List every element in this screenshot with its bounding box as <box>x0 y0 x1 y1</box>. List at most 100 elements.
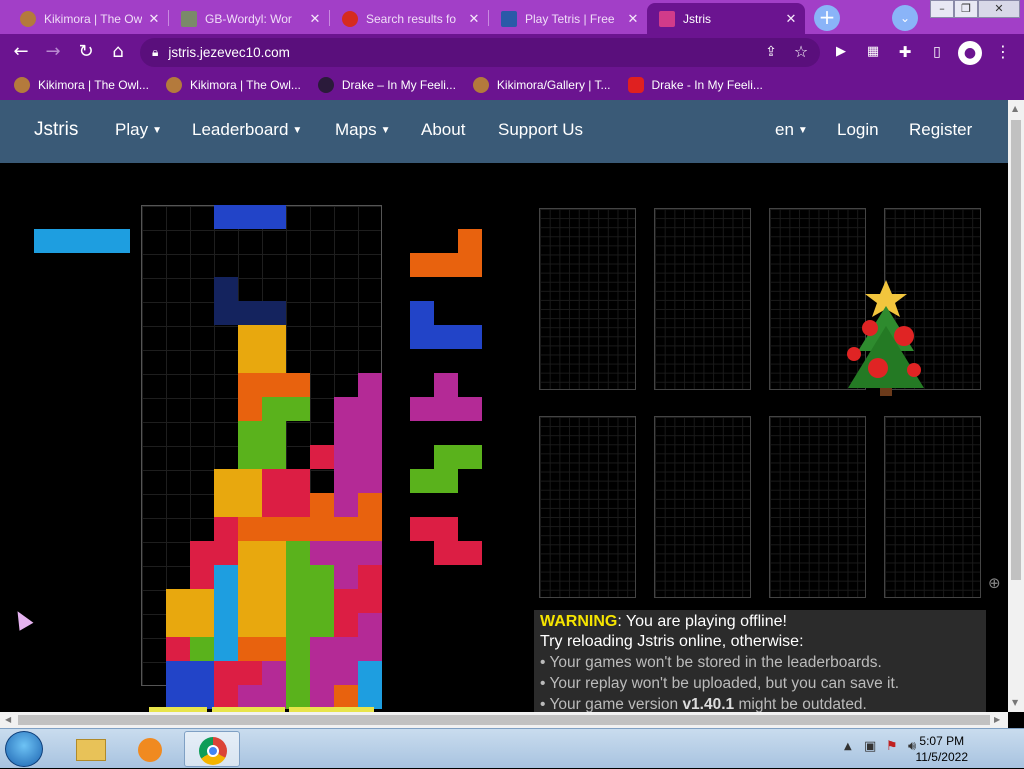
board-cell <box>286 373 310 397</box>
language-label: en <box>775 120 794 139</box>
queue-piece-cell <box>434 541 458 565</box>
show-hidden-icons-icon[interactable]: ▲ <box>844 741 852 752</box>
site-brand[interactable]: Jstris <box>34 119 78 141</box>
nav-about[interactable]: About <box>421 120 465 140</box>
explorer-taskbar-icon[interactable] <box>64 731 120 767</box>
board-cell <box>238 517 262 541</box>
tab-search-icon[interactable]: ⌄ <box>892 5 918 31</box>
back-arrow-icon[interactable]: ← <box>10 41 32 63</box>
extension-avatar-icon[interactable]: ▦ <box>862 41 884 63</box>
address-bar[interactable]: 🔒︎ jstris.jezevec10.com <box>140 38 820 67</box>
vertical-scrollbar[interactable]: ▲ ▼ <box>1008 100 1024 712</box>
zoom-icon[interactable]: ⊕ <box>988 574 1001 592</box>
extensions-puzzle-icon[interactable]: ✚ <box>894 41 916 63</box>
board-cell <box>286 517 310 541</box>
bookmark-item[interactable]: Kikimora | The Owl... <box>165 77 301 93</box>
mario-favicon-icon <box>342 10 358 27</box>
nav-leaderboard[interactable]: Leaderboard ▼ <box>192 120 302 140</box>
extension-cursor-icon[interactable]: ▶ <box>830 41 852 63</box>
nav-register[interactable]: Register <box>909 120 972 140</box>
close-tab-icon[interactable]: ✕ <box>466 11 482 27</box>
board-cell <box>334 637 358 661</box>
scroll-up-icon[interactable]: ▲ <box>1012 104 1018 113</box>
scroll-right-icon[interactable]: ▶ <box>994 715 1000 724</box>
close-window-button[interactable]: ✕ <box>978 0 1020 18</box>
queue-piece-cell <box>458 325 482 349</box>
board-cell <box>262 517 286 541</box>
warning-bullet: • Your game version v1.40.1 might be out… <box>540 696 980 712</box>
horizontal-scrollbar[interactable]: ◀ ▶ <box>0 712 1008 728</box>
board-cell <box>166 661 190 685</box>
bookmark-star-icon[interactable]: ☆ <box>790 41 812 63</box>
lock-icon[interactable]: 🔒︎ <box>152 45 158 60</box>
board-cell <box>238 541 262 565</box>
browser-tab-active[interactable]: Jstris ✕ <box>647 3 805 34</box>
queue-piece-cell <box>434 397 458 421</box>
board-cell <box>310 661 334 685</box>
board-cell <box>310 565 334 589</box>
browser-tab[interactable]: Kikimora | The Ow ✕ <box>8 3 168 34</box>
game-board[interactable] <box>141 205 382 709</box>
minimize-window-button[interactable]: – <box>930 0 954 18</box>
profile-avatar-icon[interactable]: ● <box>958 41 982 65</box>
board-cell <box>262 469 286 493</box>
opponent-board <box>539 208 636 390</box>
browser-tab[interactable]: GB-Wordyl: Wor ✕ <box>169 3 329 34</box>
board-cell <box>238 397 262 421</box>
nav-maps[interactable]: Maps ▼ <box>335 120 390 140</box>
board-cell <box>238 661 262 685</box>
menu-kebab-icon[interactable]: ⋮ <box>992 41 1014 63</box>
close-tab-icon[interactable]: ✕ <box>783 11 799 27</box>
nav-language[interactable]: en ▼ <box>775 120 808 140</box>
bookmark-item[interactable]: Drake – In My Feeli... <box>317 77 456 93</box>
board-cell <box>310 589 334 613</box>
media-player-taskbar-icon[interactable] <box>124 731 180 767</box>
nav-login[interactable]: Login <box>837 120 879 140</box>
restore-window-button[interactable]: ❐ <box>954 0 978 18</box>
board-cell <box>238 325 262 349</box>
start-button-icon[interactable] <box>5 731 43 767</box>
bookmark-item[interactable]: Drake - In My Feeli... <box>627 77 763 93</box>
bookmark-item[interactable]: Kikimora | The Owl... <box>14 77 149 93</box>
new-tab-button[interactable]: + <box>814 5 840 31</box>
taskbar-clock[interactable]: 5:07 PM 11/5/2022 <box>916 733 969 765</box>
queue-piece-cell <box>434 445 458 469</box>
board-cell <box>190 637 214 661</box>
reload-icon[interactable]: ↻ <box>75 41 97 63</box>
home-icon[interactable]: ⌂ <box>107 41 129 63</box>
close-tab-icon[interactable]: ✕ <box>307 11 323 27</box>
board-cell <box>358 373 382 397</box>
board-cell <box>310 637 334 661</box>
board-cell <box>334 517 358 541</box>
board-cell <box>310 517 334 541</box>
board-cell <box>166 589 190 613</box>
scroll-down-icon[interactable]: ▼ <box>1012 698 1018 707</box>
close-tab-icon[interactable]: ✕ <box>146 11 162 27</box>
queue-piece-cell <box>458 541 482 565</box>
caret-down-icon: ▼ <box>380 125 391 136</box>
action-center-flag-icon[interactable]: ⚑ <box>886 739 898 754</box>
nav-play[interactable]: Play ▼ <box>115 120 162 140</box>
board-cell <box>238 589 262 613</box>
queue-piece-cell <box>410 301 434 325</box>
board-cell <box>358 685 382 709</box>
browser-tab[interactable]: Search results fo ✕ <box>330 3 488 34</box>
forward-arrow-icon[interactable]: → <box>42 41 64 63</box>
opponent-board <box>769 416 866 598</box>
network-icon[interactable]: ▣ <box>864 739 876 754</box>
vertical-scroll-thumb[interactable] <box>1011 120 1021 580</box>
board-cell <box>286 685 310 709</box>
scroll-left-icon[interactable]: ◀ <box>5 715 11 724</box>
queue-piece-cell <box>410 253 434 277</box>
close-tab-icon[interactable]: ✕ <box>625 11 641 27</box>
chrome-taskbar-icon[interactable] <box>184 731 240 767</box>
side-panel-icon[interactable]: ▯ <box>926 41 948 63</box>
board-cell <box>286 565 310 589</box>
share-icon[interactable]: ⇪ <box>760 41 782 63</box>
tetris-favicon-icon <box>501 10 517 27</box>
horizontal-scroll-thumb[interactable] <box>18 715 990 725</box>
browser-tab[interactable]: Play Tetris | Free ✕ <box>489 3 647 34</box>
nav-support[interactable]: Support Us <box>498 120 583 140</box>
warning-text: : You are playing offline! <box>617 613 787 630</box>
bookmark-item[interactable]: Kikimora/Gallery | T... <box>472 77 611 93</box>
